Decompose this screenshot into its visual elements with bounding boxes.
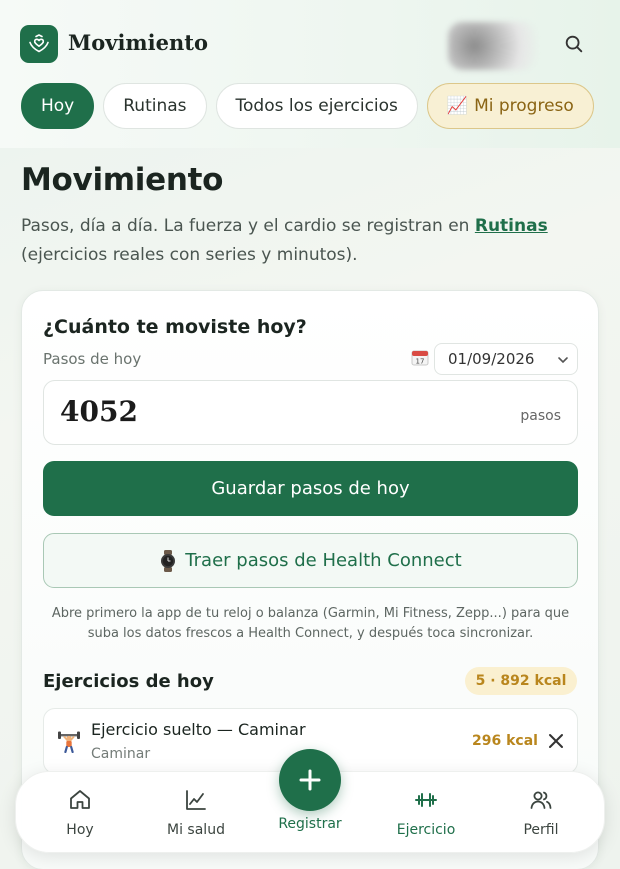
exercises-title: Ejercicios de hoy (43, 671, 214, 692)
top-header: Movimiento Hoy Rutinas Todos los ejercic… (0, 0, 620, 148)
tab-label: Todos los ejercicios (235, 96, 398, 116)
search-button[interactable] (560, 30, 588, 58)
close-icon (549, 734, 563, 748)
register-fab-button[interactable] (279, 749, 341, 811)
chart-line-icon (184, 788, 208, 812)
dumbbell-icon (414, 788, 438, 812)
date-picker[interactable]: 01/09/2026 (434, 343, 578, 375)
chart-up-icon: 📈 (446, 96, 469, 116)
plus-icon (299, 769, 321, 791)
page-description: Pasos, día a día. La fuerza y el cardio … (21, 212, 601, 270)
avatar[interactable] (448, 22, 536, 70)
steps-unit: pasos (520, 408, 561, 424)
nav-label: Hoy (66, 822, 94, 838)
top-tabs: Hoy Rutinas Todos los ejercicios 📈 Mi pr… (21, 83, 594, 129)
nav-item-mi-salud[interactable]: Mi salud (146, 772, 246, 854)
remove-exercise-button[interactable] (546, 731, 566, 751)
weightlifter-icon (58, 731, 80, 757)
page-title: Movimiento (21, 162, 224, 198)
exercise-kcal: 296 kcal (472, 733, 538, 749)
nav-label: Ejercicio (396, 822, 456, 838)
nav-item-ejercicio[interactable]: Ejercicio (376, 772, 476, 854)
tab-label: Rutinas (123, 96, 187, 116)
rutinas-link[interactable]: Rutinas (475, 216, 548, 236)
tab-todos-los-ejercicios[interactable]: Todos los ejercicios (215, 83, 418, 129)
register-label: Registrar (278, 816, 342, 832)
nav-item-hoy[interactable]: Hoy (30, 772, 130, 854)
card-title: ¿Cuánto te moviste hoy? (43, 316, 307, 338)
exercises-total-badge: 5 · 892 kcal (465, 667, 577, 695)
date-value: 01/09/2026 (448, 350, 535, 368)
users-icon (529, 788, 553, 812)
nav-label: Mi salud (167, 822, 225, 838)
calendar-icon: 17 (411, 348, 429, 366)
app-logo[interactable] (20, 25, 58, 63)
heart-hands-icon (29, 34, 49, 53)
search-icon (565, 35, 583, 53)
steps-input[interactable]: 4052 pasos (43, 380, 578, 445)
chevron-down-icon (558, 357, 568, 364)
tab-mi-progreso[interactable]: 📈 Mi progreso (426, 83, 594, 129)
watch-icon (159, 549, 177, 572)
tab-label: Hoy (41, 96, 75, 116)
steps-value: 4052 (60, 395, 138, 428)
description-text-end: (ejercicios reales con series y minutos)… (21, 245, 358, 265)
health-connect-label: Traer pasos de Health Connect (185, 550, 462, 571)
nav-item-perfil[interactable]: Perfil (491, 772, 591, 854)
save-steps-button[interactable]: Guardar pasos de hoy (43, 461, 578, 516)
tab-rutinas[interactable]: Rutinas (103, 83, 207, 129)
exercise-subtitle: Caminar (91, 746, 151, 762)
nav-label: Perfil (523, 822, 559, 838)
steps-label: Pasos de hoy (43, 350, 142, 368)
description-text: Pasos, día a día. La fuerza y el cardio … (21, 216, 475, 236)
svg-text:17: 17 (416, 358, 425, 366)
health-connect-button[interactable]: Traer pasos de Health Connect (43, 533, 578, 588)
exercise-name: Ejercicio suelto — Caminar (91, 720, 306, 739)
app-brand-name: Movimiento (68, 30, 208, 55)
tab-hoy[interactable]: Hoy (21, 83, 95, 129)
home-icon (68, 788, 92, 812)
tab-label: Mi progreso (474, 96, 574, 116)
help-text: Abre primero la app de tu reloj o balanz… (51, 606, 570, 641)
